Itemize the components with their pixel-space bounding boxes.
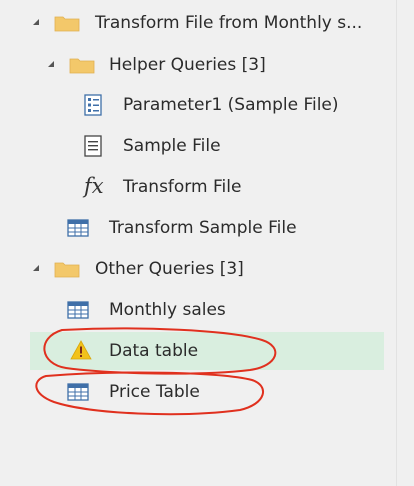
query-item-data-table[interactable]: Data table <box>30 332 384 370</box>
table-icon <box>67 301 89 319</box>
queries-pane: Transform File from Monthly s... Helper … <box>0 0 397 486</box>
query-item-price-table[interactable]: Price Table <box>0 373 397 411</box>
tree-group-label: Other Queries [3] <box>95 259 244 279</box>
folder-icon <box>69 58 95 74</box>
tree-group-other-queries[interactable]: Other Queries [3] <box>0 250 397 288</box>
query-item-label: Transform Sample File <box>109 218 297 238</box>
document-icon <box>84 135 102 157</box>
query-item-label: Data table <box>109 341 199 361</box>
function-icon: fx <box>84 174 104 198</box>
tree-group-label: Transform File from Monthly s... <box>95 13 363 33</box>
query-item-label: Sample File <box>123 136 221 156</box>
collapse-caret-icon[interactable] <box>33 19 39 25</box>
collapse-caret-icon[interactable] <box>48 61 54 67</box>
folder-icon <box>54 16 80 32</box>
folder-icon <box>54 262 80 278</box>
query-item-label: Price Table <box>109 382 200 402</box>
parameter-icon <box>84 94 102 116</box>
query-item-sample-file[interactable]: Sample File <box>0 127 397 165</box>
query-item-parameter1[interactable]: Parameter1 (Sample File) <box>0 86 397 124</box>
table-icon <box>67 219 89 237</box>
query-item-label: Parameter1 (Sample File) <box>123 95 339 115</box>
query-item-monthly-sales[interactable]: Monthly sales <box>0 291 397 329</box>
query-item-label: Monthly sales <box>109 300 226 320</box>
table-icon <box>67 383 89 401</box>
tree-group-helper-queries[interactable]: Helper Queries [3] <box>0 46 397 84</box>
vertical-scrollbar[interactable] <box>396 0 414 486</box>
collapse-caret-icon[interactable] <box>33 265 39 271</box>
tree-group-transform-file[interactable]: Transform File from Monthly s... <box>0 4 397 42</box>
query-item-transform-sample-file[interactable]: Transform Sample File <box>0 209 397 247</box>
query-item-label: Transform File <box>123 177 242 197</box>
tree-group-label: Helper Queries [3] <box>109 55 266 75</box>
query-item-transform-file[interactable]: fx Transform File <box>0 168 397 206</box>
warning-icon <box>70 340 92 360</box>
